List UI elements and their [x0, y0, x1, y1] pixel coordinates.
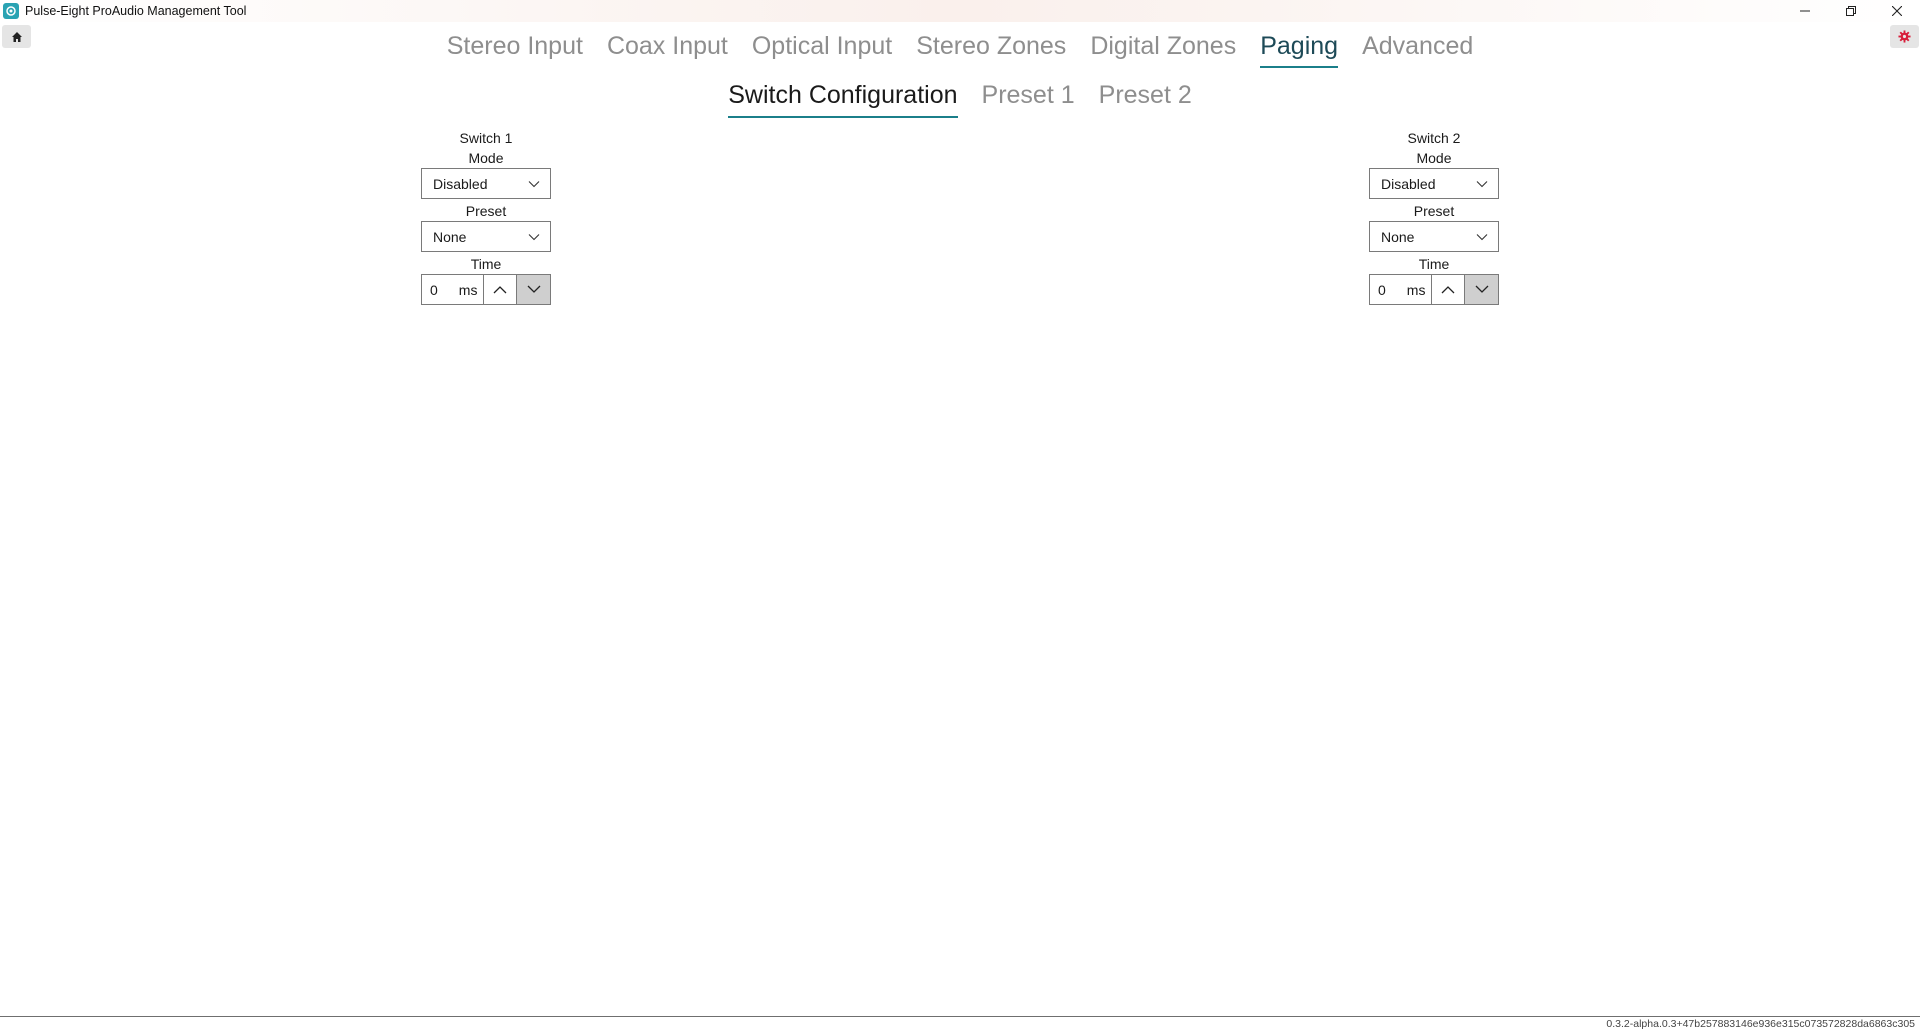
tab-preset-1[interactable]: Preset 1 — [970, 78, 1087, 118]
tab-preset-2[interactable]: Preset 2 — [1087, 78, 1204, 118]
restore-icon — [1846, 6, 1856, 16]
tab-stereo-zones[interactable]: Stereo Zones — [904, 28, 1078, 68]
close-icon — [1892, 6, 1902, 16]
switch-2-panel: Switch 2 Mode Disabled Preset None Time … — [1369, 128, 1499, 305]
preset-value: None — [433, 228, 467, 245]
mode-dropdown[interactable]: Disabled — [421, 168, 551, 199]
time-unit: ms — [1406, 281, 1426, 298]
mode-dropdown[interactable]: Disabled — [1369, 168, 1499, 199]
preset-dropdown[interactable]: None — [421, 221, 551, 252]
time-decrement-button[interactable] — [1464, 275, 1498, 304]
mode-value: Disabled — [1381, 175, 1436, 192]
time-input[interactable]: 0 — [422, 275, 446, 304]
version-label: 0.3.2-alpha.0.3+47b257883146e936e315c073… — [1606, 1018, 1915, 1030]
tab-switch-configuration[interactable]: Switch Configuration — [716, 78, 969, 118]
time-label: Time — [470, 256, 502, 272]
minimize-button[interactable] — [1782, 0, 1828, 22]
sub-tab-bar: Switch Configuration Preset 1 Preset 2 — [0, 78, 1920, 118]
preset-label: Preset — [1413, 203, 1455, 219]
chevron-down-icon — [528, 233, 540, 240]
main-tab-bar: Stereo Input Coax Input Optical Input St… — [0, 28, 1920, 68]
time-increment-button[interactable] — [1430, 275, 1465, 304]
tab-optical-input[interactable]: Optical Input — [740, 28, 904, 68]
footer-divider — [0, 1016, 1920, 1017]
title-bar: Pulse-Eight ProAudio Management Tool — [0, 0, 1920, 22]
time-stepper: 0 ms — [1369, 274, 1499, 305]
switch-title: Switch 1 — [459, 130, 513, 146]
switch-title: Switch 2 — [1407, 130, 1461, 146]
time-input[interactable]: 0 — [1370, 275, 1394, 304]
chevron-down-icon — [1475, 285, 1489, 293]
time-stepper: 0 ms — [421, 274, 551, 305]
preset-value: None — [1381, 228, 1415, 245]
preset-label: Preset — [465, 203, 507, 219]
chevron-down-icon — [1476, 233, 1488, 240]
window-title: Pulse-Eight ProAudio Management Tool — [25, 4, 247, 18]
preset-dropdown[interactable]: None — [1369, 221, 1499, 252]
close-button[interactable] — [1874, 0, 1920, 22]
chevron-down-icon — [528, 180, 540, 187]
window-controls — [1782, 0, 1920, 22]
tab-digital-zones[interactable]: Digital Zones — [1078, 28, 1248, 68]
mode-label: Mode — [468, 150, 504, 166]
time-increment-button[interactable] — [482, 275, 517, 304]
restore-button[interactable] — [1828, 0, 1874, 22]
tab-coax-input[interactable]: Coax Input — [595, 28, 740, 68]
app-logo-icon — [3, 3, 19, 19]
time-label: Time — [1418, 256, 1450, 272]
chevron-down-icon — [527, 285, 541, 293]
tab-stereo-input[interactable]: Stereo Input — [435, 28, 595, 68]
chevron-up-icon — [1441, 286, 1455, 294]
time-decrement-button[interactable] — [516, 275, 550, 304]
mode-label: Mode — [1416, 150, 1452, 166]
tab-advanced[interactable]: Advanced — [1350, 28, 1485, 68]
chevron-up-icon — [493, 286, 507, 294]
chevron-down-icon — [1476, 180, 1488, 187]
minimize-icon — [1800, 10, 1810, 12]
time-unit: ms — [458, 281, 478, 298]
switch-1-panel: Switch 1 Mode Disabled Preset None Time … — [421, 128, 551, 305]
tab-paging[interactable]: Paging — [1248, 28, 1350, 68]
mode-value: Disabled — [433, 175, 488, 192]
